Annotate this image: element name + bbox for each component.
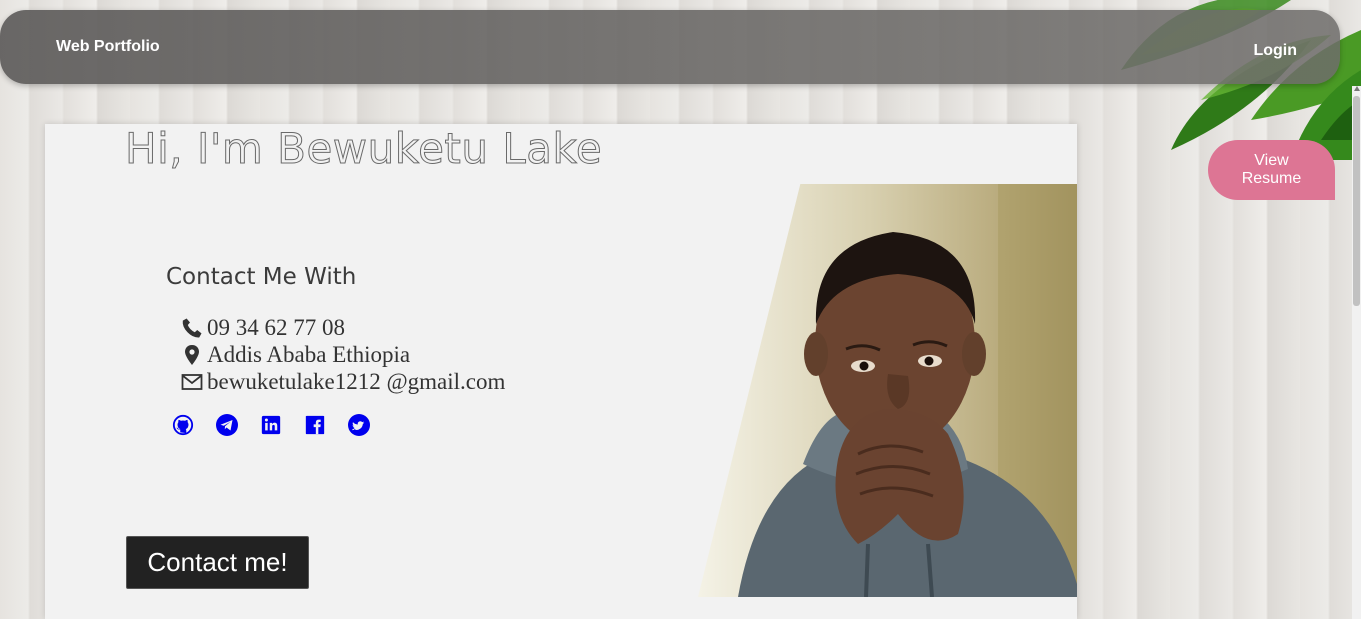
scrollbar-thumb[interactable]: [1353, 96, 1360, 306]
brand-link[interactable]: Web Portfolio: [56, 38, 160, 56]
mail-icon: [180, 370, 207, 394]
facebook-icon[interactable]: [303, 413, 327, 437]
page-title: Hi, I'm Bewuketu Lake: [124, 124, 603, 174]
twitter-icon[interactable]: [347, 413, 371, 437]
email-row: bewuketulake1212 @gmail.com: [180, 368, 505, 395]
phone-row: 09 34 62 77 08: [180, 314, 505, 341]
contact-info: 09 34 62 77 08 Addis Ababa Ethiopia bewu…: [180, 314, 505, 395]
phone-number: 09 34 62 77 08: [207, 314, 345, 340]
linkedin-icon[interactable]: [259, 413, 283, 437]
profile-photo: [698, 184, 1077, 597]
page-scrollbar[interactable]: [1352, 86, 1361, 619]
location-row: Addis Ababa Ethiopia: [180, 341, 505, 368]
top-navbar: Web Portfolio Login: [0, 10, 1340, 84]
view-resume-label-line1: View: [1254, 152, 1289, 169]
email-text: bewuketulake1212 @gmail.com: [207, 368, 506, 394]
location-text: Addis Ababa Ethiopia: [207, 341, 411, 367]
view-resume-button[interactable]: View Resume: [1208, 140, 1335, 200]
login-link[interactable]: Login: [1253, 42, 1297, 60]
view-resume-label-line2: Resume: [1241, 170, 1302, 187]
hero-card: Hi, I'm Bewuketu Lake Contact Me With 09…: [45, 124, 1077, 619]
contact-heading: Contact Me With: [166, 264, 357, 290]
contact-me-button[interactable]: Contact me!: [126, 536, 309, 589]
phone-icon: [180, 316, 207, 340]
social-links: [171, 413, 371, 437]
location-pin-icon: [180, 343, 207, 367]
telegram-icon[interactable]: [215, 413, 239, 437]
scroll-up-arrow-icon[interactable]: [1354, 86, 1360, 91]
github-icon[interactable]: [171, 413, 195, 437]
